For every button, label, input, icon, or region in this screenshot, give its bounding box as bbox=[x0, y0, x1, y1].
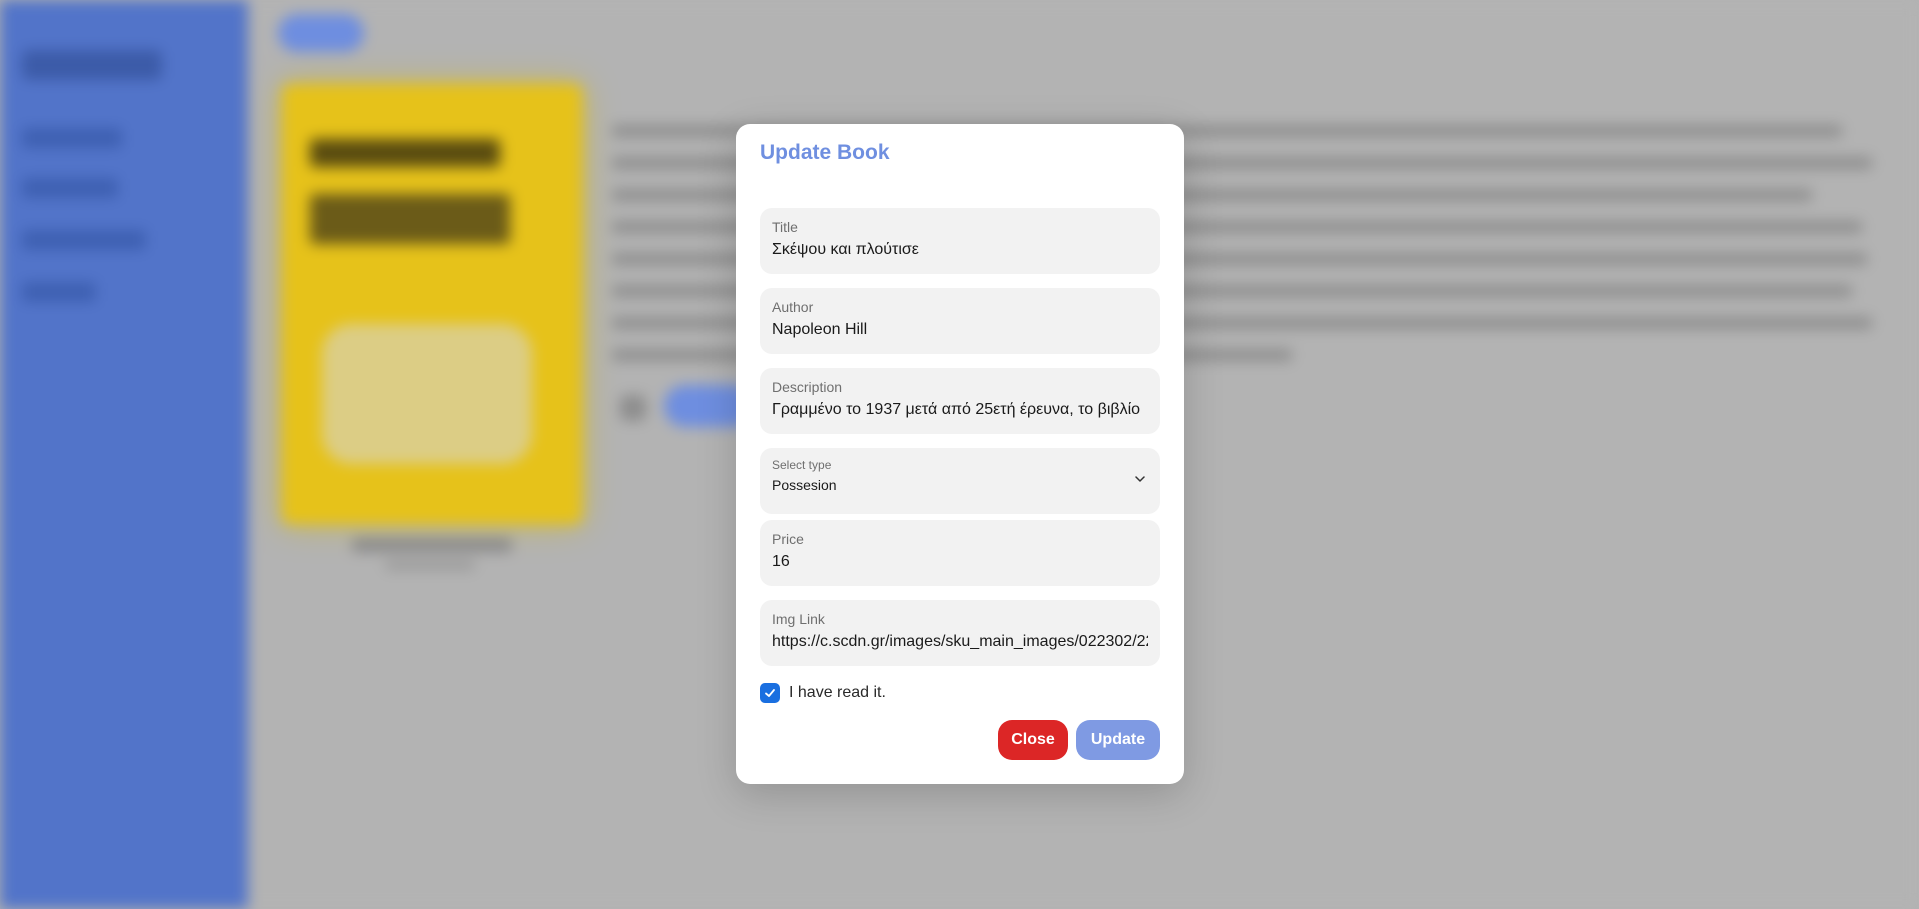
modal-title: Update Book bbox=[760, 141, 890, 164]
price-input[interactable]: 16 bbox=[772, 552, 1148, 572]
sidebar bbox=[0, 0, 248, 909]
update-button[interactable]: Update bbox=[1076, 720, 1160, 760]
close-button[interactable]: Close bbox=[998, 720, 1068, 760]
chevron-down-icon[interactable] bbox=[1132, 471, 1148, 487]
book-caption-author bbox=[385, 560, 475, 570]
img-link-label: Img Link bbox=[772, 611, 825, 627]
type-select[interactable]: Select type Possesion bbox=[760, 448, 1160, 514]
update-book-modal: Update Book Title Σκέψου και πλούτισε Au… bbox=[736, 124, 1184, 784]
author-input[interactable]: Napoleon Hill bbox=[772, 320, 1148, 340]
read-checkbox-row[interactable]: I have read it. bbox=[760, 682, 886, 704]
author-label: Author bbox=[772, 299, 814, 315]
book-caption-title bbox=[352, 538, 512, 552]
read-checkbox-label: I have read it. bbox=[789, 684, 886, 701]
price-label: Price bbox=[772, 531, 804, 547]
title-input[interactable]: Σκέψου και πλούτισε bbox=[772, 240, 1148, 260]
img-link-field[interactable]: Img Link https://c.scdn.gr/images/sku_ma… bbox=[760, 600, 1160, 666]
delete-icon bbox=[620, 395, 646, 421]
type-select-value[interactable]: Possesion bbox=[772, 475, 1148, 495]
description-field[interactable]: Description Γραμμένο το 1937 μετά από 25… bbox=[760, 368, 1160, 434]
app-logo bbox=[22, 50, 162, 80]
back-button bbox=[278, 14, 364, 52]
check-icon bbox=[765, 689, 775, 697]
book-cover-image bbox=[282, 84, 582, 524]
type-select-label: Select type bbox=[772, 458, 832, 472]
author-field[interactable]: Author Napoleon Hill bbox=[760, 288, 1160, 354]
description-input[interactable]: Γραμμένο το 1937 μετά από 25ετή έρευνα, … bbox=[772, 400, 1148, 420]
description-label: Description bbox=[772, 379, 843, 395]
sidebar-item bbox=[22, 178, 118, 198]
img-link-input[interactable]: https://c.scdn.gr/images/sku_main_images… bbox=[772, 632, 1148, 652]
title-label: Title bbox=[772, 219, 798, 235]
price-field[interactable]: Price 16 bbox=[760, 520, 1160, 586]
read-checkbox[interactable] bbox=[760, 683, 780, 703]
sidebar-item bbox=[22, 128, 122, 148]
sidebar-item bbox=[22, 282, 96, 302]
title-field[interactable]: Title Σκέψου και πλούτισε bbox=[760, 208, 1160, 274]
sidebar-item bbox=[22, 230, 146, 250]
